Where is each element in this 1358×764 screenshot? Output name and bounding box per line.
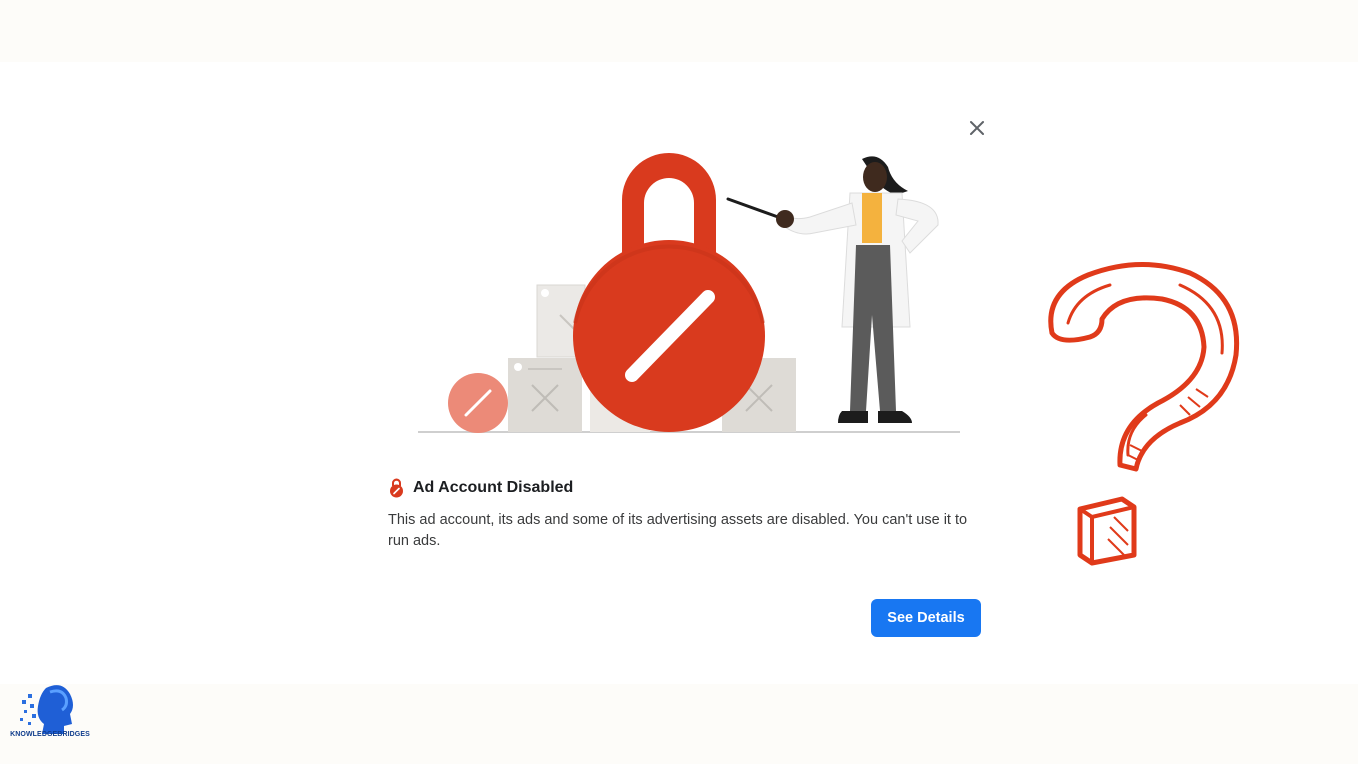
screen: Ad Account Disabled This ad account, its… (0, 0, 1358, 764)
close-button[interactable] (964, 115, 990, 141)
dialog-title-row: Ad Account Disabled (388, 478, 573, 498)
dialog-title: Ad Account Disabled (413, 479, 574, 496)
close-icon (970, 121, 984, 135)
dialog-message: This ad account, its ads and some of its… (388, 512, 968, 549)
lock-icon (390, 478, 403, 498)
see-details-button[interactable]: See Details (871, 599, 981, 637)
brand-name: KNOWLEDGEBRIDGES (10, 731, 90, 738)
question-mark-icon (1048, 261, 1240, 566)
small-blocked-icon (448, 373, 508, 433)
disabled-account-illustration (418, 153, 960, 433)
box-left-icon (508, 358, 582, 432)
padlock-icon (573, 153, 765, 432)
